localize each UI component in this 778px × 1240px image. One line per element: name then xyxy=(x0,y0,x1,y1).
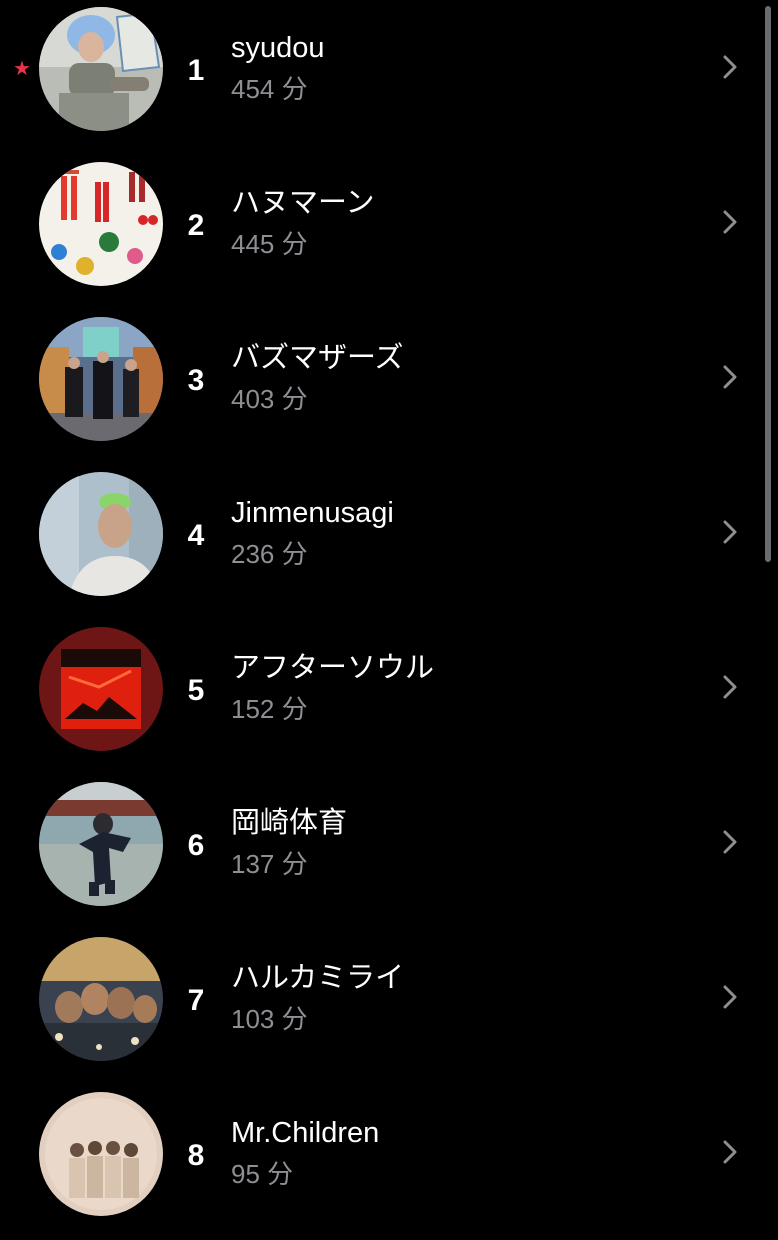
rank-number: 2 xyxy=(187,209,205,242)
chevron-right-icon xyxy=(723,675,737,699)
artist-name: バズマザーズ xyxy=(231,342,404,374)
artist-name: ハルカミライ xyxy=(231,962,405,994)
artist-avatar xyxy=(39,7,163,131)
listening-minutes: 95 分 xyxy=(231,1159,294,1189)
rank-number: 7 xyxy=(187,984,205,1017)
artist-ranking-list: ★ 1 syudou 454 分 2 ハヌマーン 445 分 3 バズマザーズ … xyxy=(0,0,778,1216)
listening-minutes: 137 分 xyxy=(231,849,308,879)
artist-name: アフターソウル xyxy=(231,652,435,684)
artist-avatar xyxy=(39,1092,163,1216)
artist-row[interactable]: 6 岡崎体育 137 分 xyxy=(0,775,778,930)
artist-avatar xyxy=(39,472,163,596)
artist-avatar xyxy=(39,937,163,1061)
artist-name: syudou xyxy=(231,32,325,64)
listening-minutes: 103 分 xyxy=(231,1004,308,1034)
rank-number: 5 xyxy=(187,674,205,707)
artist-row[interactable]: 2 ハヌマーン 445 分 xyxy=(0,155,778,310)
rank-number: 3 xyxy=(187,364,205,397)
chevron-right-icon xyxy=(723,55,737,79)
artist-name: ハヌマーン xyxy=(231,187,375,219)
artist-row[interactable]: 3 バズマザーズ 403 分 xyxy=(0,310,778,465)
artist-avatar xyxy=(39,162,163,286)
rank-number: 6 xyxy=(187,829,205,862)
artist-row[interactable]: 8 Mr.Children 95 分 xyxy=(0,1085,778,1240)
artist-name: 岡崎体育 xyxy=(231,807,348,839)
scrollbar[interactable] xyxy=(765,6,771,562)
chevron-right-icon xyxy=(723,365,737,389)
listening-minutes: 454 分 xyxy=(231,74,308,104)
chevron-right-icon xyxy=(723,830,737,854)
listening-minutes: 403 分 xyxy=(231,384,308,414)
listening-minutes: 445 分 xyxy=(231,229,308,259)
listening-minutes: 152 分 xyxy=(231,694,308,724)
chevron-right-icon xyxy=(723,520,737,544)
artist-avatar xyxy=(39,627,163,751)
artist-name: Jinmenusagi xyxy=(231,497,394,529)
rank-number: 1 xyxy=(187,54,205,87)
chevron-right-icon xyxy=(723,985,737,1009)
artist-row[interactable]: ★ 1 syudou 454 分 xyxy=(0,0,778,155)
artist-row[interactable]: 7 ハルカミライ 103 分 xyxy=(0,930,778,1085)
chevron-right-icon xyxy=(723,1140,737,1164)
artist-avatar xyxy=(39,782,163,906)
listening-minutes: 236 分 xyxy=(231,539,308,569)
artist-row[interactable]: 5 アフターソウル 152 分 xyxy=(0,620,778,775)
star-icon: ★ xyxy=(13,58,31,80)
artist-avatar xyxy=(39,317,163,441)
rank-number: 4 xyxy=(187,519,205,552)
artist-name: Mr.Children xyxy=(231,1117,380,1149)
chevron-right-icon xyxy=(723,210,737,234)
artist-row[interactable]: 4 Jinmenusagi 236 分 xyxy=(0,465,778,620)
rank-number: 8 xyxy=(187,1139,205,1172)
